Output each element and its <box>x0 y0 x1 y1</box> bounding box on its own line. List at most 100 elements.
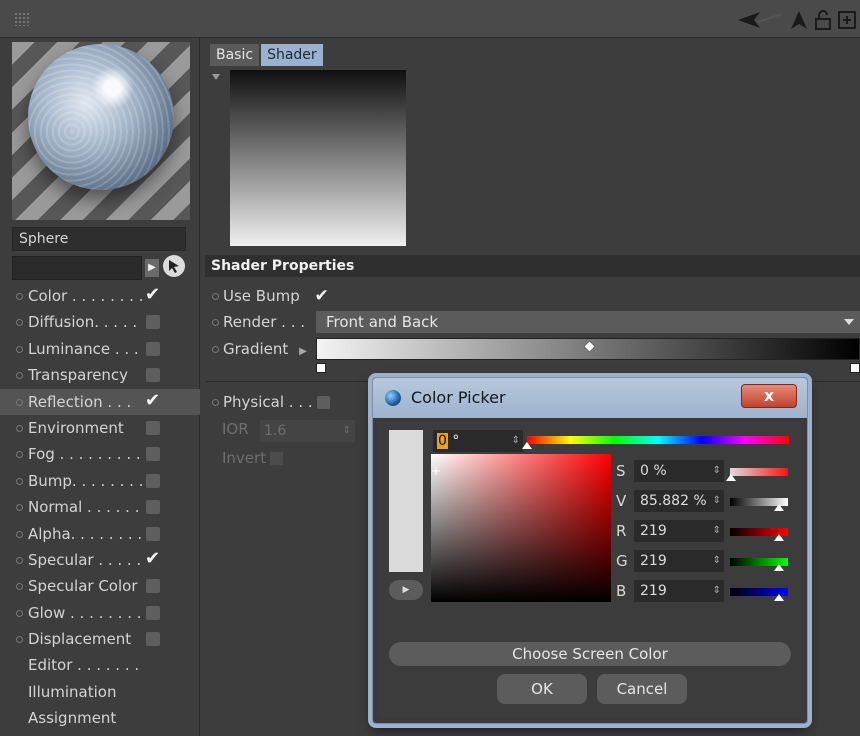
channel-item-assignment[interactable]: Assignment <box>0 705 200 731</box>
blue-input[interactable]: 219 ⇕ <box>634 580 724 602</box>
tab-basic[interactable]: Basic <box>210 44 260 66</box>
grip-icon[interactable] <box>14 12 30 26</box>
hue-input[interactable]: 0 ° ⇕ <box>433 430 523 452</box>
channel-checkbox[interactable] <box>146 341 160 356</box>
channel-item-luminance[interactable]: Luminance . . . <box>0 336 200 362</box>
checkmark-icon[interactable]: ✔ <box>145 546 160 572</box>
channel-checkbox[interactable] <box>146 632 160 647</box>
saturation-input[interactable]: 0 % ⇕ <box>634 460 724 482</box>
channel-checkbox[interactable] <box>146 579 160 594</box>
channel-label: Specular Color <box>28 577 138 596</box>
swatch-options-button[interactable]: ▶ <box>389 580 423 600</box>
channel-item-glow[interactable]: Glow . . . . . . . . <box>0 600 200 626</box>
saturation-value-field[interactable] <box>431 454 611 602</box>
channel-dot-icon <box>16 530 23 538</box>
channel-label: Alpha. . . . . . . . <box>28 524 143 543</box>
gradient-knot-left[interactable] <box>316 363 326 373</box>
channel-dot-icon <box>16 451 23 459</box>
red-slider-handle[interactable] <box>774 534 784 541</box>
dialog-title-bar[interactable]: Color Picker x <box>373 378 807 418</box>
value-input[interactable]: 85.882 % ⇕ <box>634 490 724 512</box>
ior-input[interactable]: 1.6 ⇕ <box>260 420 355 442</box>
channel-checkbox[interactable] <box>146 447 160 462</box>
channel-label: Displacement <box>28 630 132 649</box>
spinner-icon[interactable]: ⇕ <box>713 460 721 482</box>
color-picker-dialog: Color Picker x ▶ 0 ° ⇕ + S 0 % ⇕ V 85.882… <box>372 377 808 724</box>
render-dropdown[interactable]: Front and Back <box>316 311 860 333</box>
checkmark-icon[interactable]: ✔ <box>145 388 160 414</box>
channel-search-input[interactable] <box>12 256 142 280</box>
lock-icon[interactable] <box>814 10 832 30</box>
channel-item-specular[interactable]: Specular . . . . . ✔ <box>0 547 200 573</box>
blue-slider-handle[interactable] <box>774 594 784 601</box>
new-window-icon[interactable] <box>838 10 856 30</box>
channel-label: Transparency <box>28 366 129 385</box>
channel-item-alpha[interactable]: Alpha. . . . . . . . <box>0 521 200 547</box>
choose-screen-color-button[interactable]: Choose Screen Color <box>389 642 791 666</box>
collapse-triangle-icon[interactable] <box>212 74 220 80</box>
checkmark-icon[interactable]: ✔ <box>145 282 160 308</box>
invert-checkbox[interactable] <box>270 452 284 465</box>
tab-shader[interactable]: Shader <box>261 44 323 66</box>
spinner-icon[interactable]: ⇕ <box>512 430 520 452</box>
spinner-icon[interactable]: ⇕ <box>713 580 721 602</box>
channel-dot-icon <box>16 477 23 485</box>
material-preview[interactable] <box>12 42 190 220</box>
hue-slider[interactable] <box>527 436 789 444</box>
ok-button[interactable]: OK <box>497 674 587 704</box>
red-input[interactable]: 219 ⇕ <box>634 520 724 542</box>
green-slider-handle[interactable] <box>774 564 784 571</box>
channel-item-transparency[interactable]: Transparency <box>0 362 200 388</box>
up-arrow-icon[interactable] <box>790 10 808 30</box>
saturation-slider[interactable] <box>730 468 788 476</box>
gradient-row: Gradient ▶ <box>212 340 307 358</box>
channel-item-environment[interactable]: Environment <box>0 415 200 441</box>
hue-slider-handle[interactable] <box>522 442 532 449</box>
spinner-icon[interactable]: ⇕ <box>713 520 721 542</box>
hue-value: 0 <box>437 433 448 449</box>
channel-checkbox[interactable] <box>146 420 160 435</box>
channel-checkbox[interactable] <box>146 526 160 541</box>
channel-item-specular-color[interactable]: Specular Color <box>0 573 200 599</box>
channel-dot-icon <box>16 398 23 406</box>
channel-dot-icon <box>16 293 23 300</box>
channel-item-displacement[interactable]: Displacement <box>0 626 200 652</box>
spinner-icon[interactable]: ⇕ <box>343 420 351 442</box>
saturation-slider-handle[interactable] <box>726 474 736 481</box>
channel-item-diffusion[interactable]: Diffusion. . . . . <box>0 309 200 335</box>
ior-label: IOR <box>222 420 249 438</box>
channel-item-editor[interactable]: Editor . . . . . . . <box>0 652 200 678</box>
object-name-field[interactable]: Sphere <box>12 227 186 251</box>
spinner-icon[interactable]: ⇕ <box>713 490 721 512</box>
play-arrow-icon[interactable]: ▶ <box>145 259 159 277</box>
blue-value: 219 <box>640 583 667 599</box>
cancel-button[interactable]: Cancel <box>597 674 687 704</box>
channel-checkbox[interactable] <box>146 315 160 330</box>
pick-cursor-icon[interactable] <box>163 255 185 277</box>
channel-checkbox[interactable] <box>146 473 160 488</box>
gradient-knot-right[interactable] <box>850 363 860 373</box>
value-value: 85.882 % <box>640 493 707 509</box>
close-button[interactable]: x <box>741 384 797 408</box>
channel-item-color[interactable]: Color . . . . . . . . ✔ <box>0 283 200 309</box>
checkmark-icon[interactable]: ✔ <box>315 286 329 306</box>
channel-item-fog[interactable]: Fog . . . . . . . . . <box>0 441 200 467</box>
crosshair-icon[interactable]: + <box>431 464 441 478</box>
green-input[interactable]: 219 ⇕ <box>634 550 724 572</box>
channel-dot-icon <box>16 556 23 564</box>
channel-label: Bump. . . . . . . . <box>28 471 144 490</box>
channel-item-bump[interactable]: Bump. . . . . . . . <box>0 468 200 494</box>
physical-checkbox[interactable] <box>316 396 330 409</box>
spinner-icon[interactable]: ⇕ <box>713 550 721 572</box>
channel-checkbox[interactable] <box>146 605 160 620</box>
channel-checkbox[interactable] <box>146 500 160 515</box>
back-arrow-icon[interactable] <box>736 10 784 30</box>
channel-dot-icon <box>16 609 23 617</box>
channel-item-illumination[interactable]: Illumination <box>0 679 200 705</box>
channel-item-reflection[interactable]: Reflection . . . ✔ <box>0 388 200 415</box>
value-slider-handle[interactable] <box>774 504 784 511</box>
channel-item-normal[interactable]: Normal . . . . . . <box>0 494 200 520</box>
channel-checkbox[interactable] <box>146 368 160 383</box>
channel-list: Color . . . . . . . . ✔ Diffusion. . . . … <box>0 283 200 732</box>
expand-triangle-icon[interactable]: ▶ <box>299 346 307 357</box>
